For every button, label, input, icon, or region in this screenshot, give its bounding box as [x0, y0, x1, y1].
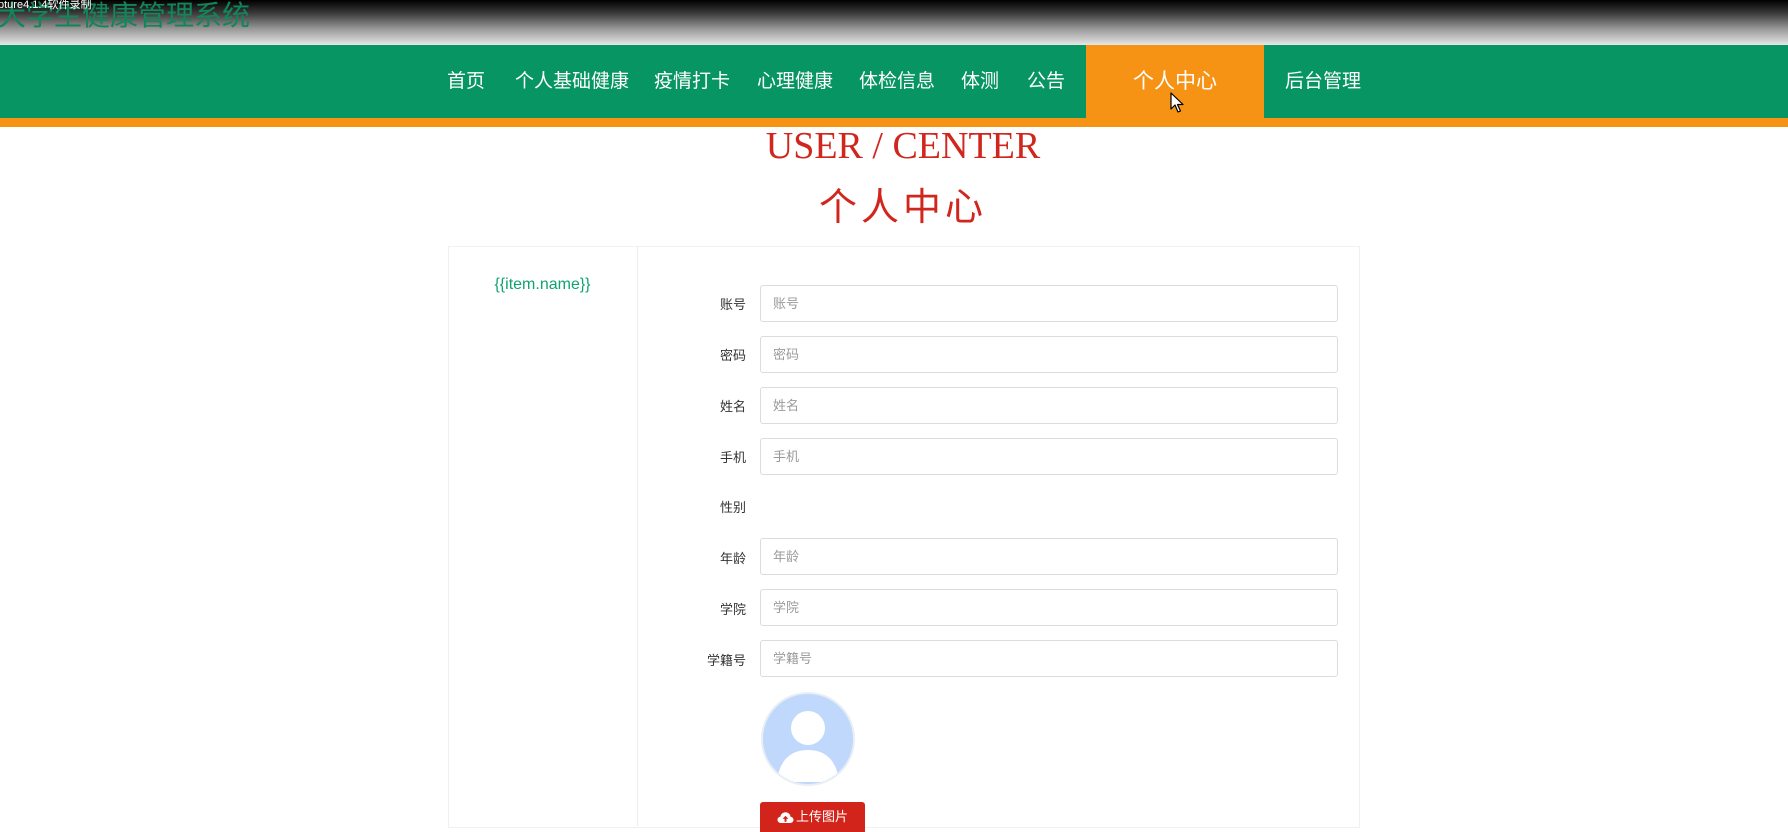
account-label: 账号: [719, 297, 746, 312]
nav-item-admin[interactable]: 后台管理: [1285, 45, 1361, 118]
account-field[interactable]: [760, 285, 1338, 322]
age-label: 年龄: [719, 551, 746, 566]
password-field[interactable]: [760, 336, 1338, 373]
student-id-label: 学籍号: [706, 653, 746, 668]
name-field[interactable]: [760, 387, 1338, 424]
college-label: 学院: [719, 602, 746, 617]
mouse-pointer-icon: [1170, 92, 1184, 113]
name-label: 姓名: [719, 399, 746, 414]
default-avatar-icon[interactable]: [761, 692, 855, 786]
age-field[interactable]: [760, 538, 1338, 575]
password-label: 密码: [719, 348, 746, 363]
nav-item-home[interactable]: 首页: [447, 45, 485, 118]
page-heading-cn: 个人中心: [818, 187, 987, 229]
nav-item-epidemic-checkin[interactable]: 疫情打卡: [654, 45, 730, 118]
nav-item-mental-health[interactable]: 心理健康: [757, 45, 833, 118]
college-field[interactable]: [760, 589, 1338, 626]
student-id-field[interactable]: [760, 640, 1338, 677]
nav-item-physical-exam[interactable]: 体检信息: [859, 45, 935, 118]
cloud-upload-icon: [777, 812, 794, 824]
gender-label: 性别: [719, 500, 746, 515]
capture-watermark: pture4.1.4软件录制: [0, 0, 92, 11]
sidebar-item[interactable]: {{item.name}}: [448, 276, 637, 294]
nav-item-fitness-test[interactable]: 体测: [961, 45, 999, 118]
nav-item-announcement[interactable]: 公告: [1027, 45, 1065, 118]
nav-item-personal-health[interactable]: 个人基础健康: [515, 45, 629, 118]
upload-image-label: 上传图片: [795, 809, 848, 824]
page-heading-en: USER / CENTER: [765, 125, 1041, 167]
phone-field[interactable]: [760, 438, 1338, 475]
phone-label: 手机: [719, 450, 746, 465]
user-center-sidebar: [448, 246, 638, 826]
window-titlebar: 大学生健康管理系统 pture4.1.4软件录制: [0, 0, 1788, 45]
